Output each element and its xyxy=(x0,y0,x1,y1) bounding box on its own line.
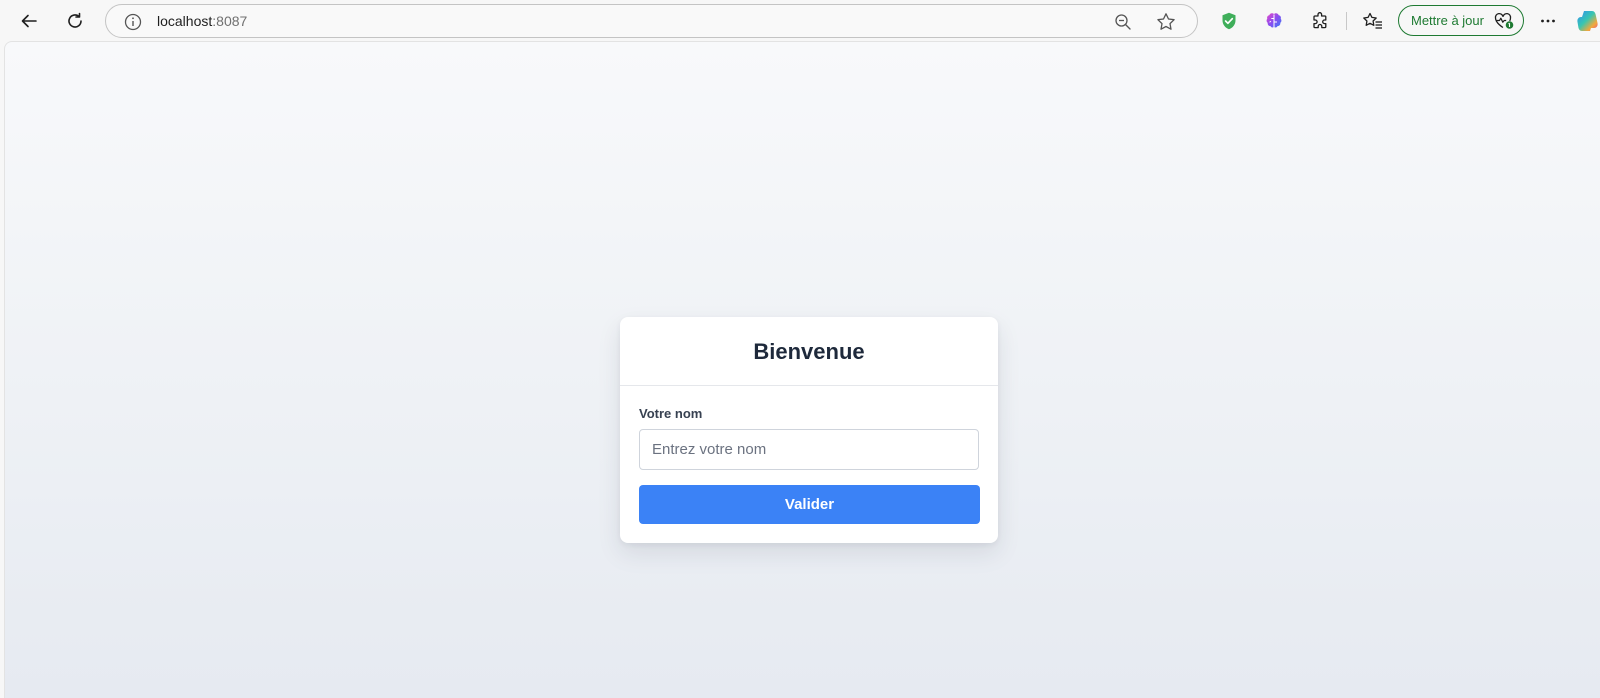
brain-icon xyxy=(1264,11,1284,31)
puzzle-icon xyxy=(1310,11,1330,31)
info-icon[interactable] xyxy=(123,12,143,32)
page-title: Bienvenue xyxy=(753,338,865,364)
extensions-button[interactable] xyxy=(1304,5,1336,37)
address-bar[interactable]: localhost:8087 xyxy=(105,4,1198,38)
copilot-icon xyxy=(1576,9,1600,33)
heartbeat-icon xyxy=(1493,11,1515,34)
card-header: Bienvenue xyxy=(620,317,998,386)
reload-button[interactable] xyxy=(59,5,91,37)
name-label: Votre nom xyxy=(639,406,703,421)
more-icon xyxy=(1538,11,1558,31)
page-viewport: Bienvenue Votre nom Valider xyxy=(4,41,1600,698)
copilot-button[interactable] xyxy=(1576,5,1600,37)
browser-toolbar: localhost:8087 Mettre à jour xyxy=(0,0,1600,41)
favorites-icon xyxy=(1362,11,1384,31)
submit-button[interactable]: Valider xyxy=(639,485,980,524)
star-icon[interactable] xyxy=(1155,11,1177,33)
url-port: :8087 xyxy=(212,13,248,29)
welcome-card: Bienvenue Votre nom Valider xyxy=(620,317,998,543)
toolbar-separator xyxy=(1346,12,1347,30)
url-host: localhost xyxy=(157,13,213,29)
name-input[interactable] xyxy=(639,429,979,470)
reload-icon xyxy=(65,11,85,31)
favorites-button[interactable] xyxy=(1357,5,1389,37)
zoom-out-icon[interactable] xyxy=(1113,12,1133,32)
back-arrow-icon xyxy=(19,11,39,31)
more-button[interactable] xyxy=(1532,5,1564,37)
shield-extension-button[interactable] xyxy=(1213,5,1245,37)
shield-icon xyxy=(1219,11,1239,31)
back-button[interactable] xyxy=(13,5,45,37)
update-button-label: Mettre à jour xyxy=(1411,13,1484,28)
brain-extension-button[interactable] xyxy=(1258,5,1290,37)
update-button[interactable]: Mettre à jour xyxy=(1398,5,1524,36)
card-body: Votre nom Valider xyxy=(620,386,998,524)
url-text[interactable]: localhost:8087 xyxy=(157,5,247,37)
